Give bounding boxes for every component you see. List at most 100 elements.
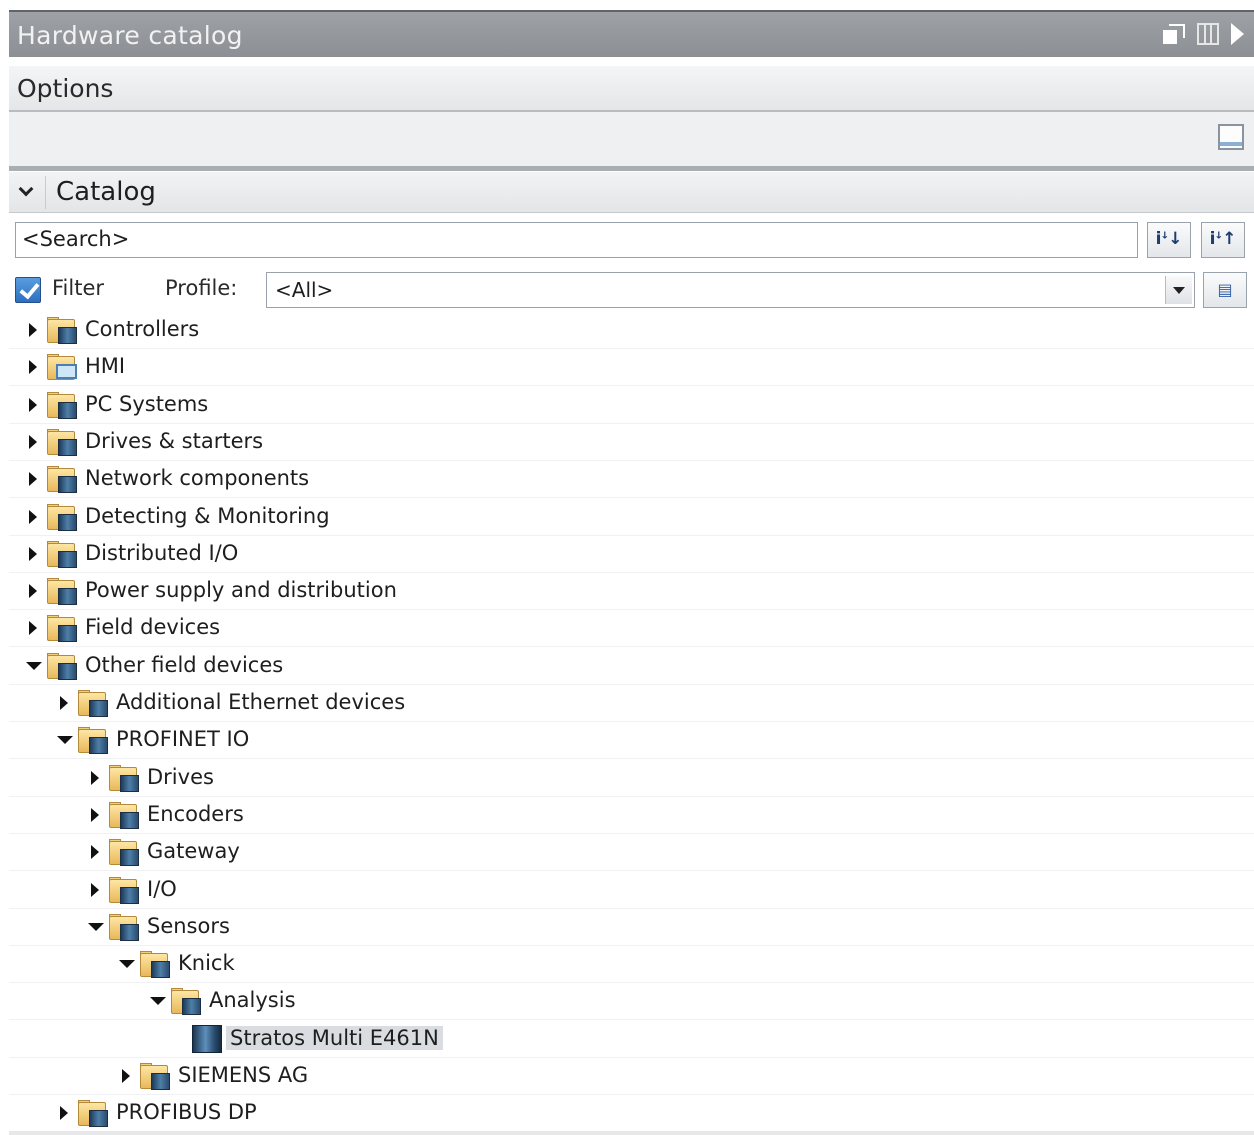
tree-row[interactable]: PC Systems [9, 387, 1254, 424]
tree-row[interactable]: Additional Ethernet devices [9, 685, 1254, 722]
search-up-icon: iꜜ↑ [1209, 229, 1237, 249]
tree-row[interactable]: Drives & starters [9, 424, 1254, 461]
tree-row[interactable]: Gateway [9, 834, 1254, 871]
collapsed-arrow-icon[interactable] [29, 360, 37, 374]
tree-item-label[interactable]: Knick [178, 951, 235, 975]
tree-item-label[interactable]: Stratos Multi E461N [226, 1026, 443, 1050]
chevron-down-icon[interactable] [1165, 276, 1192, 304]
folder-device-icon [78, 1100, 110, 1127]
tree-row[interactable]: Power supply and distribution [9, 573, 1254, 610]
collapsed-arrow-icon[interactable] [91, 771, 99, 785]
tree-row[interactable]: Drives [9, 760, 1254, 797]
tree-item-label[interactable]: I/O [147, 877, 177, 901]
collapsed-arrow-icon[interactable] [29, 547, 37, 561]
edit-profile-button[interactable]: ▤ [1203, 272, 1247, 308]
search-down-button[interactable]: iꜜ↓ [1147, 222, 1191, 258]
tree-item-label[interactable]: Sensors [147, 914, 230, 938]
collapsed-arrow-icon[interactable] [29, 621, 37, 635]
tree-item-label[interactable]: Distributed I/O [85, 541, 238, 565]
tree-item-label[interactable]: PROFINET IO [116, 727, 249, 751]
collapsed-arrow-icon[interactable] [91, 883, 99, 897]
tree-item-label[interactable]: SIEMENS AG [178, 1063, 308, 1087]
collapsed-arrow-icon[interactable] [60, 1106, 68, 1120]
tree-row[interactable]: Other field devices [9, 648, 1254, 685]
tree-row[interactable]: Network components [9, 461, 1254, 498]
tree-row[interactable]: Distributed I/O [9, 536, 1254, 573]
tree-item-label[interactable]: Detecting & Monitoring [85, 504, 330, 528]
expanded-arrow-icon[interactable] [88, 923, 104, 931]
tree-item-label[interactable]: Additional Ethernet devices [116, 690, 405, 714]
collapsed-arrow-icon[interactable] [122, 1069, 130, 1083]
chevron-down-icon[interactable] [18, 181, 34, 197]
split-view-icon[interactable] [1197, 23, 1219, 45]
catalog-header[interactable]: Catalog [9, 172, 1254, 213]
tree-item-label[interactable]: Encoders [147, 802, 244, 826]
collapsed-arrow-icon[interactable] [29, 510, 37, 524]
collapsed-arrow-icon[interactable] [29, 584, 37, 598]
folder-device-icon [109, 839, 141, 866]
folder-device-icon [171, 988, 203, 1015]
tree-item-label[interactable]: Power supply and distribution [85, 578, 397, 602]
catalog-label: Catalog [56, 177, 156, 207]
tree-item-label[interactable]: Controllers [85, 317, 199, 341]
tree-row[interactable]: Field devices [9, 610, 1254, 647]
options-header[interactable]: Options [9, 66, 1254, 112]
tree-item-label[interactable]: Other field devices [85, 653, 283, 677]
collapsed-arrow-icon[interactable] [60, 696, 68, 710]
collapsed-arrow-icon[interactable] [29, 398, 37, 412]
tree-row[interactable]: Analysis [9, 983, 1254, 1020]
collapsed-arrow-icon[interactable] [29, 435, 37, 449]
tree-row[interactable]: Knick [9, 946, 1254, 983]
tree-row[interactable]: I/O [9, 872, 1254, 909]
tree-item-label[interactable]: Drives [147, 765, 214, 789]
collapsed-arrow-icon[interactable] [91, 808, 99, 822]
tree-row[interactable]: HMI [9, 349, 1254, 386]
folder-device-icon [109, 765, 141, 792]
tree-row[interactable]: Sensors [9, 909, 1254, 946]
expanded-arrow-icon[interactable] [150, 997, 166, 1005]
tree-item-label[interactable]: PC Systems [85, 392, 208, 416]
tree-item-label[interactable]: Analysis [209, 988, 296, 1012]
expanded-arrow-icon[interactable] [57, 736, 73, 744]
tree-row[interactable]: PROFIBUS DP [9, 1095, 1254, 1132]
window-edge [0, 0, 9, 1135]
tree-row[interactable]: Controllers [9, 312, 1254, 349]
collapsed-arrow-icon[interactable] [29, 323, 37, 337]
folder-device-icon [140, 1063, 172, 1090]
tree-item-label[interactable]: Drives & starters [85, 429, 263, 453]
collapsed-arrow-icon[interactable] [29, 472, 37, 486]
pane-splitter[interactable] [9, 166, 1254, 171]
search-up-button[interactable]: iꜜ↑ [1201, 222, 1245, 258]
profile-select[interactable]: <All> [266, 272, 1195, 308]
panel-layout-icon[interactable] [1218, 124, 1244, 150]
collapsed-arrow-icon[interactable] [91, 845, 99, 859]
collapse-arrow-icon[interactable] [1231, 23, 1244, 45]
folder-device-icon [47, 392, 79, 419]
tree-row[interactable]: SIEMENS AG [9, 1058, 1254, 1095]
expanded-arrow-icon[interactable] [26, 662, 42, 670]
tree-row[interactable]: Stratos Multi E461N [9, 1021, 1254, 1058]
tree-item-label[interactable]: Field devices [85, 615, 220, 639]
tree-item-label[interactable]: PROFIBUS DP [116, 1100, 257, 1124]
tree-row[interactable]: PROFINET IO [9, 722, 1254, 759]
tree-row[interactable]: Encoders [9, 797, 1254, 834]
expanded-arrow-icon[interactable] [119, 960, 135, 968]
window-title: Hardware catalog [17, 21, 243, 50]
tree-item-label[interactable]: Network components [85, 466, 309, 490]
filter-row: Filter Profile: <All> ▤ [15, 272, 1250, 308]
tree-row[interactable]: Detecting & Monitoring [9, 499, 1254, 536]
filter-checkbox[interactable] [15, 277, 41, 303]
hardware-catalog-window: Hardware catalog Options Catalog <Search… [0, 0, 1254, 1135]
folder-device-icon [47, 317, 79, 344]
search-down-icon: iꜜ↓ [1155, 229, 1183, 249]
float-window-icon[interactable] [1163, 23, 1185, 45]
folder-device-icon [47, 615, 79, 642]
search-input[interactable]: <Search> [15, 222, 1138, 258]
options-label: Options [17, 74, 114, 103]
tree-item-label[interactable]: Gateway [147, 839, 240, 863]
tree-item-label[interactable]: HMI [85, 354, 125, 378]
folder-device-icon [47, 466, 79, 493]
folder-device-icon [47, 578, 79, 605]
profile-label: Profile: [165, 276, 238, 300]
folder-device-icon [109, 914, 141, 941]
